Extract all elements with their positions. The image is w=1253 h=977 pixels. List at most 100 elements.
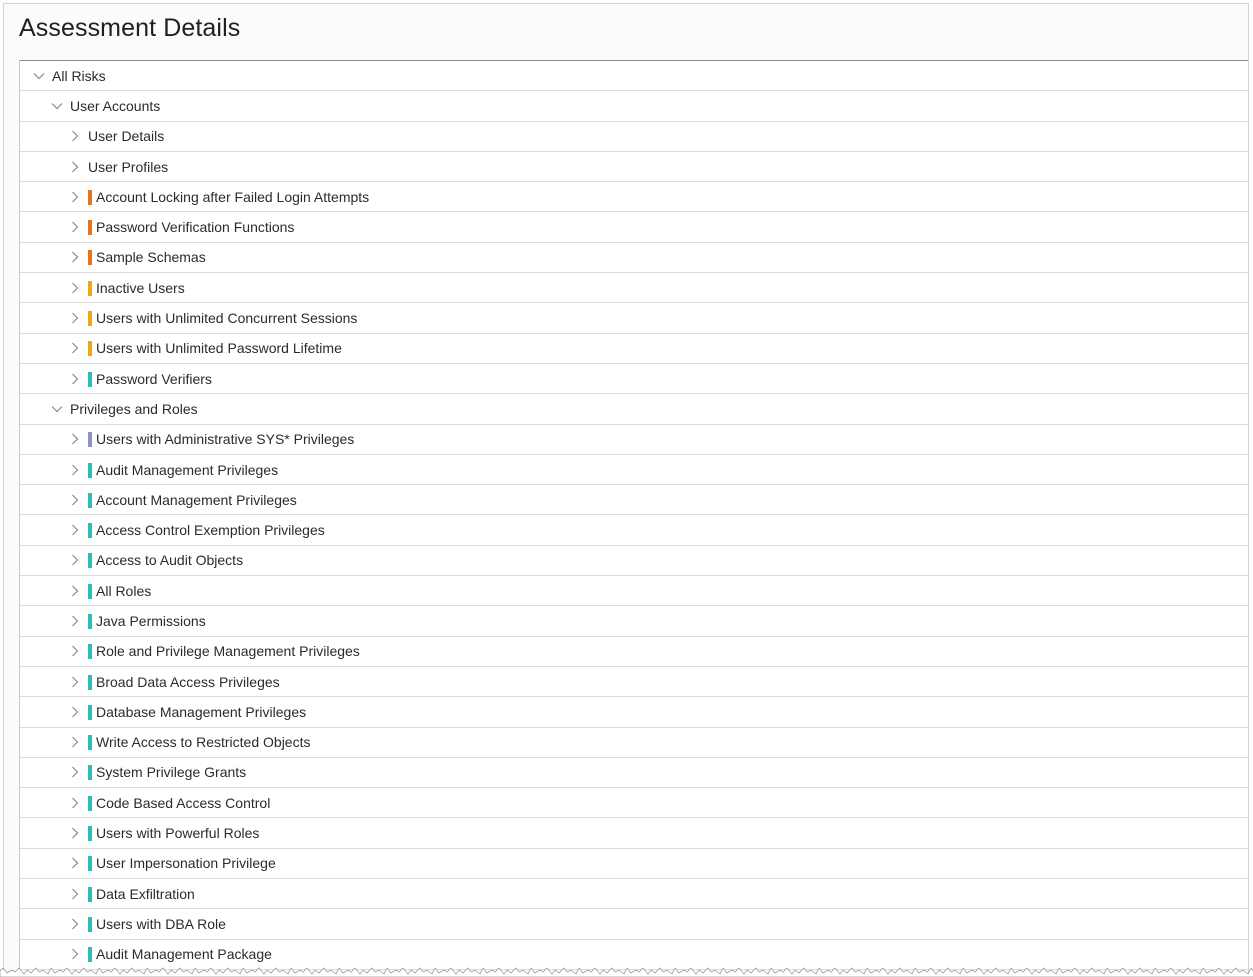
tree-item-label: User Impersonation Privilege (96, 855, 276, 872)
tree-item[interactable]: Inactive Users (20, 273, 1248, 304)
chevron-right-icon[interactable] (69, 918, 81, 930)
chevron-right-icon[interactable] (69, 464, 81, 476)
severity-indicator (88, 583, 92, 599)
tree-item[interactable]: User Profiles (20, 152, 1248, 183)
tree-item[interactable]: Password Verification Functions (20, 212, 1248, 243)
tree-item-label: Java Permissions (96, 612, 206, 629)
tree-item[interactable]: Code Based Access Control (20, 788, 1248, 819)
tree-item[interactable]: Data Exfiltration (20, 879, 1248, 910)
chevron-right-icon[interactable] (69, 615, 81, 627)
severity-indicator (88, 220, 92, 236)
tree-node-label: All Risks (52, 67, 106, 84)
chevron-right-icon[interactable] (69, 312, 81, 324)
tree-item-label: Password Verifiers (96, 370, 212, 387)
chevron-right-icon[interactable] (69, 161, 81, 173)
chevron-right-icon[interactable] (69, 888, 81, 900)
tree-item[interactable]: Java Permissions (20, 606, 1248, 637)
severity-indicator (88, 856, 92, 872)
tree-group-privileges-and-roles[interactable]: Privileges and Roles (20, 394, 1248, 425)
tree-item[interactable]: Audit Management Privileges (20, 455, 1248, 486)
severity-indicator (88, 311, 92, 327)
severity-indicator (88, 371, 92, 387)
severity-indicator (88, 189, 92, 205)
tree-item-label: Users with Administrative SYS* Privilege… (96, 431, 355, 448)
page-title: Assessment Details (19, 14, 241, 42)
tree-item-label: Users with Unlimited Concurrent Sessions (96, 310, 358, 327)
severity-indicator (88, 826, 92, 842)
tree-item[interactable]: Users with Powerful Roles (20, 818, 1248, 849)
tree-item[interactable]: User Impersonation Privilege (20, 849, 1248, 880)
severity-indicator (88, 462, 92, 478)
tree-item[interactable]: Account Locking after Failed Login Attem… (20, 182, 1248, 213)
chevron-right-icon[interactable] (69, 554, 81, 566)
chevron-right-icon[interactable] (69, 251, 81, 263)
chevron-right-icon[interactable] (69, 342, 81, 354)
tree-item[interactable]: Access to Audit Objects (20, 546, 1248, 577)
tree-item-label: Write Access to Restricted Objects (96, 734, 311, 751)
chevron-right-icon[interactable] (69, 827, 81, 839)
chevron-right-icon[interactable] (69, 797, 81, 809)
tree-item-label: Database Management Privileges (96, 703, 307, 720)
chevron-right-icon[interactable] (69, 373, 81, 385)
chevron-right-icon[interactable] (69, 191, 81, 203)
tree-item[interactable]: All Roles (20, 576, 1248, 607)
tree-item[interactable]: Sample Schemas (20, 243, 1248, 274)
tree-item-label: All Roles (96, 582, 152, 599)
chevron-right-icon[interactable] (69, 282, 81, 294)
tree-item[interactable]: Account Management Privileges (20, 485, 1248, 516)
tree-item[interactable]: Users with Administrative SYS* Privilege… (20, 425, 1248, 455)
tree-item[interactable]: User Details (20, 122, 1248, 152)
chevron-right-icon[interactable] (69, 433, 81, 445)
tree-item[interactable]: Users with Unlimited Password Lifetime (20, 334, 1248, 364)
severity-indicator (88, 704, 92, 720)
chevron-right-icon[interactable] (69, 645, 81, 657)
tree-item[interactable]: Users with DBA Role (20, 909, 1248, 940)
tree-item-label: Broad Data Access Privileges (96, 673, 280, 690)
tree-group-user-accounts[interactable]: User Accounts (20, 91, 1248, 122)
severity-indicator (88, 735, 92, 751)
tree-item-label: Users with DBA Role (96, 915, 226, 932)
severity-indicator (88, 613, 92, 629)
tree-item[interactable]: System Privilege Grants (20, 758, 1248, 789)
chevron-right-icon[interactable] (69, 857, 81, 869)
chevron-right-icon[interactable] (69, 676, 81, 688)
chevron-right-icon[interactable] (69, 706, 81, 718)
chevron-right-icon[interactable] (69, 221, 81, 233)
tree-item[interactable]: Database Management Privileges (20, 697, 1248, 728)
tree-item[interactable]: Users with Unlimited Concurrent Sessions (20, 303, 1248, 334)
chevron-down-icon[interactable] (33, 70, 45, 82)
chevron-right-icon[interactable] (69, 736, 81, 748)
tree-item[interactable]: Broad Data Access Privileges (20, 667, 1248, 698)
risk-tree: All Risks User Accounts User Details User … (19, 60, 1248, 975)
chevron-right-icon[interactable] (69, 585, 81, 597)
tree-node-label: User Accounts (70, 97, 161, 114)
tree-item[interactable]: Write Access to Restricted Objects (20, 728, 1248, 758)
chevron-down-icon[interactable] (51, 403, 63, 415)
chevron-right-icon[interactable] (69, 130, 81, 142)
tree-item-label: Sample Schemas (96, 249, 206, 266)
tree-item[interactable]: Access Control Exemption Privileges (20, 515, 1248, 546)
severity-indicator (88, 916, 92, 932)
severity-indicator (88, 765, 92, 781)
tree-item-label: Inactive Users (96, 279, 185, 296)
tree-item-label: Access Control Exemption Privileges (96, 522, 325, 539)
severity-indicator (88, 674, 92, 690)
tree-item-label: System Privilege Grants (96, 764, 247, 781)
chevron-down-icon[interactable] (51, 100, 63, 112)
severity-indicator (88, 644, 92, 660)
tree-item-label: User Profiles (88, 158, 169, 175)
chevron-right-icon[interactable] (69, 494, 81, 506)
assessment-details-panel: Assessment Details All Risks User Accoun… (3, 3, 1249, 975)
tree-root-all-risks[interactable]: All Risks (20, 61, 1248, 92)
tree-item[interactable]: Password Verifiers (20, 364, 1248, 395)
severity-indicator (88, 886, 92, 902)
severity-indicator (88, 341, 92, 357)
chevron-right-icon[interactable] (69, 524, 81, 536)
tree-item-label: Account Locking after Failed Login Attem… (96, 188, 370, 205)
tree-item-label: Data Exfiltration (96, 885, 195, 902)
tree-item-label: Audit Management Package (96, 946, 272, 963)
tree-item-label: Audit Management Privileges (96, 461, 279, 478)
tree-item[interactable]: Role and Privilege Management Privileges (20, 637, 1248, 667)
chevron-right-icon[interactable] (69, 948, 81, 960)
chevron-right-icon[interactable] (69, 766, 81, 778)
